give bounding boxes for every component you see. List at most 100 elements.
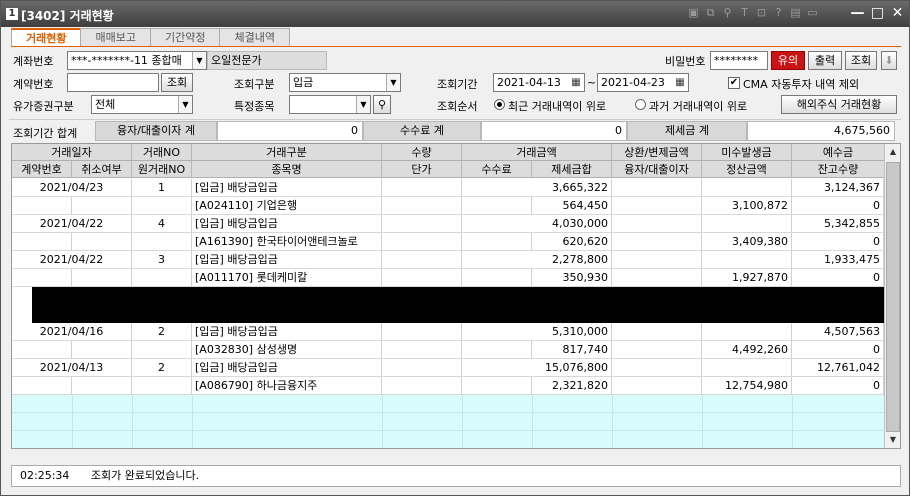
table-row[interactable]: 2021/04/23 1 [입금] 배당금입금 3,665,322 3,124,367 bbox=[12, 179, 884, 197]
table-row[interactable]: [A011170] 롯데케미칼 350,930 1,927,870 0 bbox=[12, 269, 884, 287]
grid-divider bbox=[382, 395, 383, 412]
table-cell: 4,492,260 bbox=[702, 341, 792, 358]
layout-icon[interactable]: ⊡ bbox=[755, 6, 768, 20]
table-row[interactable]: 2021/04/22 3 [입금] 배당금입금 2,278,800 1,933,475 bbox=[12, 251, 884, 269]
tile-icon[interactable]: ▤ bbox=[789, 6, 802, 20]
empty-row[interactable] bbox=[12, 431, 884, 448]
table-cell bbox=[72, 341, 132, 358]
password-field[interactable]: ******** bbox=[710, 51, 768, 70]
query-button[interactable]: 조회 bbox=[845, 51, 877, 70]
grid-divider bbox=[702, 431, 703, 448]
col-type[interactable]: 거래구분 bbox=[192, 144, 382, 160]
download-icon[interactable]: ⬇ bbox=[881, 51, 897, 70]
tab-transactions[interactable]: 거래현황 bbox=[11, 28, 82, 47]
col-settle[interactable]: 정산금액 bbox=[702, 161, 792, 177]
grid-divider bbox=[132, 431, 133, 448]
col-repay[interactable]: 상환/변제금액 bbox=[612, 144, 702, 160]
table-cell: 3,665,322 bbox=[462, 179, 612, 196]
col-unpaid[interactable]: 미수발생금 bbox=[702, 144, 792, 160]
help-icon[interactable]: ? bbox=[772, 6, 785, 20]
calendar-icon[interactable]: ▦ bbox=[672, 74, 688, 91]
link-icon[interactable]: ⧉ bbox=[704, 6, 717, 20]
query-type-select[interactable]: 입금 ▼ bbox=[289, 73, 401, 92]
table-cell bbox=[462, 341, 532, 358]
scroll-up-icon[interactable]: ▲ bbox=[885, 144, 900, 160]
title-bar[interactable]: 1 [3402] 거래현황 ▣ ⧉ ⚲ T ⊡ ? ▤ ▭ — □ ✕ bbox=[1, 1, 909, 27]
col-interest[interactable]: 융자/대출이자 bbox=[612, 161, 702, 177]
col-qty[interactable]: 수량 bbox=[382, 144, 462, 160]
table-row[interactable]: 2021/04/16 2 [입금] 배당금입금 5,310,000 4,507,563 bbox=[12, 323, 884, 341]
empty-row[interactable] bbox=[12, 395, 884, 413]
query-type-label: 조회구분 bbox=[234, 78, 275, 91]
chevron-down-icon[interactable]: ▼ bbox=[192, 52, 206, 69]
print-button[interactable]: 출력 bbox=[808, 51, 842, 70]
order-recent-radio[interactable] bbox=[494, 99, 505, 110]
contract-input[interactable] bbox=[67, 73, 159, 92]
grid-divider bbox=[132, 395, 133, 412]
search-icon[interactable]: ⚲ bbox=[373, 95, 391, 114]
col-no[interactable]: 거래NO bbox=[132, 144, 192, 160]
date-from-field[interactable]: 2021-04-13 ▦ bbox=[493, 73, 585, 92]
account-name: 오일전문가 bbox=[207, 51, 327, 70]
col-contract[interactable]: 계약번호 bbox=[12, 161, 72, 177]
tab-trade-report[interactable]: 매매보고 bbox=[80, 28, 151, 47]
fee-label: 수수료 계 bbox=[363, 121, 481, 141]
empty-row[interactable] bbox=[12, 413, 884, 431]
date-to-field[interactable]: 2021-04-23 ▦ bbox=[597, 73, 689, 92]
contract-query-button[interactable]: 조회 bbox=[161, 73, 193, 92]
pin-icon[interactable]: ⚲ bbox=[721, 6, 734, 20]
table-cell: 2 bbox=[132, 323, 192, 340]
notice-button[interactable]: 유의 bbox=[771, 51, 805, 70]
col-deposit[interactable]: 예수금 bbox=[792, 144, 884, 160]
table-cell: 564,450 bbox=[532, 197, 612, 214]
securities-select[interactable]: 전체 ▼ bbox=[91, 95, 193, 114]
col-date[interactable]: 거래일자 bbox=[12, 144, 132, 160]
table-cell: 4,030,000 bbox=[462, 215, 612, 232]
cma-checkbox[interactable]: ✔ bbox=[728, 77, 740, 89]
order-past-label: 과거 거래내역이 위로 bbox=[649, 100, 748, 113]
table-row[interactable]: [A032830] 삼성생명 817,740 4,492,260 0 bbox=[12, 341, 884, 359]
scroll-thumb[interactable] bbox=[886, 162, 900, 432]
col-cancel[interactable]: 취소여부 bbox=[72, 161, 132, 177]
account-select[interactable]: ***-*******-11 종합매 ▼ bbox=[67, 51, 207, 70]
col-balance[interactable]: 잔고수량 bbox=[792, 161, 884, 177]
chevron-down-icon[interactable]: ▼ bbox=[356, 96, 370, 113]
chevron-down-icon[interactable]: ▼ bbox=[178, 96, 192, 113]
window-icon[interactable]: ▣ bbox=[687, 6, 700, 20]
col-item[interactable]: 종목명 bbox=[192, 161, 382, 177]
order-past-radio[interactable] bbox=[635, 99, 646, 110]
table-row[interactable]: [A024110] 기업은행 564,450 3,100,872 0 bbox=[12, 197, 884, 215]
table-cell bbox=[12, 197, 72, 214]
font-icon[interactable]: T bbox=[738, 6, 751, 20]
table-row[interactable]: 2021/04/13 2 [입금] 배당금입금 15,076,800 12,761,04… bbox=[12, 359, 884, 377]
close-button[interactable]: ✕ bbox=[889, 4, 906, 22]
foreign-stock-button[interactable]: 해외주식 거래현황 bbox=[781, 95, 897, 114]
table-row[interactable]: [A086790] 하나금융지주 2,321,820 12,754,980 0 bbox=[12, 377, 884, 395]
table-cell: 2021/04/22 bbox=[12, 251, 132, 268]
maximize-button[interactable]: □ bbox=[869, 4, 886, 22]
table-row[interactable]: [A161390] 한국타이어앤테크놀로 620,620 3,409,380 0 bbox=[12, 233, 884, 251]
calendar-icon[interactable]: ▦ bbox=[568, 74, 584, 91]
table-cell: 5,342,855 bbox=[792, 215, 884, 232]
table-cell: 0 bbox=[792, 269, 884, 286]
table-cell: 0 bbox=[792, 233, 884, 250]
table-cell bbox=[612, 197, 702, 214]
col-orig-no[interactable]: 원거래NO bbox=[132, 161, 192, 177]
scroll-down-icon[interactable]: ▼ bbox=[885, 432, 900, 448]
tab-period-contract[interactable]: 기간약정 bbox=[149, 28, 221, 47]
col-tax[interactable]: 제세금합 bbox=[532, 161, 612, 177]
item-select[interactable]: ▼ bbox=[289, 95, 371, 114]
col-fee[interactable]: 수수료 bbox=[462, 161, 532, 177]
vertical-scrollbar[interactable]: ▲ ▼ bbox=[884, 144, 900, 448]
main-window: 1 [3402] 거래현황 ▣ ⧉ ⚲ T ⊡ ? ▤ ▭ — □ ✕ 거래현황… bbox=[0, 0, 910, 496]
transactions-grid[interactable]: 거래일자 거래NO 거래구분 수량 거래금액 상환/변제금액 미수발생금 예수금… bbox=[11, 143, 901, 449]
minimize-button[interactable]: — bbox=[849, 4, 866, 22]
tab-execution[interactable]: 체결내역 bbox=[219, 28, 290, 47]
table-cell bbox=[462, 197, 532, 214]
chevron-down-icon[interactable]: ▼ bbox=[386, 74, 400, 91]
col-amount[interactable]: 거래금액 bbox=[462, 144, 612, 160]
table-row[interactable]: 2021/04/22 4 [입금] 배당금입금 4,030,000 5,342,855 bbox=[12, 215, 884, 233]
col-price[interactable]: 단가 bbox=[382, 161, 462, 177]
screen-icon[interactable]: ▭ bbox=[806, 6, 819, 20]
table-cell bbox=[132, 269, 192, 286]
